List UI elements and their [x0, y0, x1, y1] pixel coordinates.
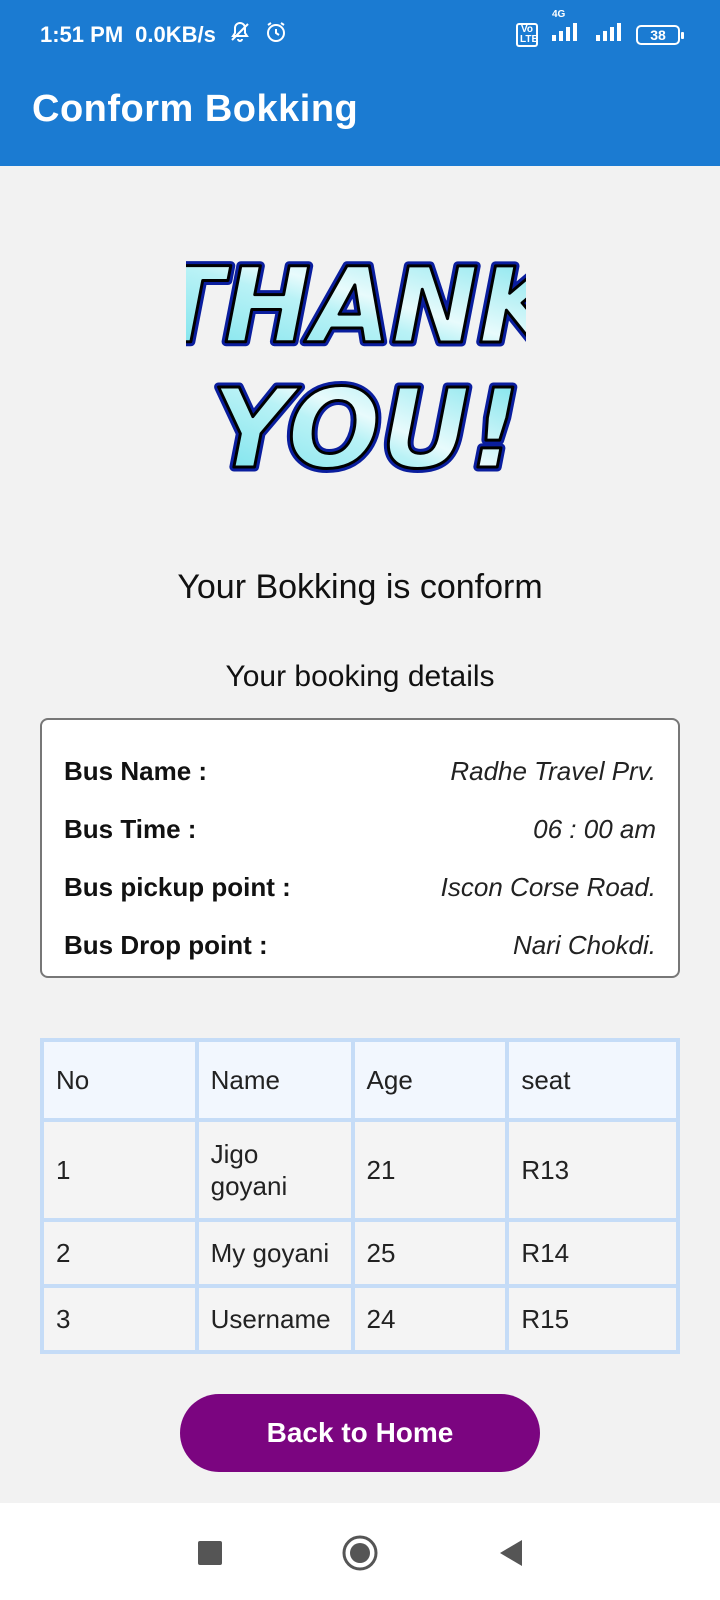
passenger-table: No Name Age seat 1 Jigo goyani 21 R13 2 … [40, 1038, 680, 1354]
signal-icon: 4G [550, 9, 582, 49]
cell-name: Jigo goyani [194, 1118, 355, 1222]
table-row: 2 My goyani 25 R14 [40, 1218, 680, 1288]
cell-name: My goyani [194, 1218, 355, 1288]
detail-row-pickup-point: Bus pickup point : Iscon Corse Road. [64, 858, 656, 916]
detail-label: Bus pickup point : [64, 871, 291, 902]
recents-square-icon[interactable] [190, 1533, 230, 1573]
detail-label: Bus Drop point : [64, 929, 268, 960]
home-circle-icon[interactable] [340, 1533, 380, 1573]
thank-you-image: THANK THANK YOU! YOU! [186, 241, 526, 493]
confirmation-heading: Your Bokking is conform [177, 568, 543, 606]
detail-label: Bus Time : [64, 813, 197, 844]
table-header-row: No Name Age seat [40, 1038, 680, 1122]
column-header-no: No [40, 1038, 199, 1122]
back-triangle-icon[interactable] [490, 1533, 530, 1573]
cell-age: 24 [350, 1284, 510, 1354]
status-time: 1:51 PM [40, 22, 124, 47]
cell-age: 25 [350, 1218, 510, 1288]
page-title: Conform Bokking [32, 88, 359, 130]
cell-seat: R15 [505, 1284, 680, 1354]
table-row: 1 Jigo goyani 21 R13 [40, 1118, 680, 1222]
column-header-name: Name [194, 1038, 355, 1122]
detail-value: Nari Chokdi. [512, 929, 656, 960]
system-nav-bar [0, 1503, 720, 1600]
detail-row-bus-time: Bus Time : 06 : 00 am [64, 800, 656, 858]
details-heading: Your booking details [225, 660, 495, 693]
status-bar: 1:51 PM 0.0KB/s Vo LTE 4G 38 [0, 0, 720, 70]
back-to-home-button[interactable]: Back to Home [180, 1394, 540, 1472]
detail-row-drop-point: Bus Drop point : Nari Chokdi. [64, 916, 656, 974]
cell-age: 21 [350, 1118, 510, 1222]
alarm-icon [264, 20, 288, 50]
booking-details-card: Bus Name : Radhe Travel Prv. Bus Time : … [40, 718, 680, 978]
signal-icon [594, 21, 624, 49]
cell-no: 1 [40, 1118, 199, 1222]
network-type-label: 4G [552, 9, 566, 20]
cell-seat: R13 [505, 1118, 680, 1222]
detail-value: 06 : 00 am [533, 813, 656, 844]
status-net-speed: 0.0KB/s [135, 22, 216, 47]
cell-seat: R14 [505, 1218, 680, 1288]
column-header-seat: seat [505, 1038, 680, 1122]
table-row: 3 Username 24 R15 [40, 1284, 680, 1354]
thank-you-line2-outline: YOU! [212, 365, 521, 492]
thank-you-line1-outline: THANK [186, 245, 526, 367]
detail-row-bus-name: Bus Name : Radhe Travel Prv. [64, 742, 656, 800]
cell-no: 3 [40, 1284, 199, 1354]
app-bar: 1:51 PM 0.0KB/s Vo LTE 4G 38 Conform Bok… [0, 0, 720, 166]
detail-value: Iscon Corse Road. [440, 871, 656, 902]
detail-label: Bus Name : [64, 755, 208, 786]
battery-icon: 38 [636, 25, 684, 45]
mute-icon [228, 20, 252, 50]
cell-name: Username [194, 1284, 355, 1354]
detail-value: Radhe Travel Prv. [450, 755, 656, 786]
cell-no: 2 [40, 1218, 199, 1288]
column-header-age: Age [350, 1038, 510, 1122]
volte-icon: Vo LTE [516, 23, 538, 47]
